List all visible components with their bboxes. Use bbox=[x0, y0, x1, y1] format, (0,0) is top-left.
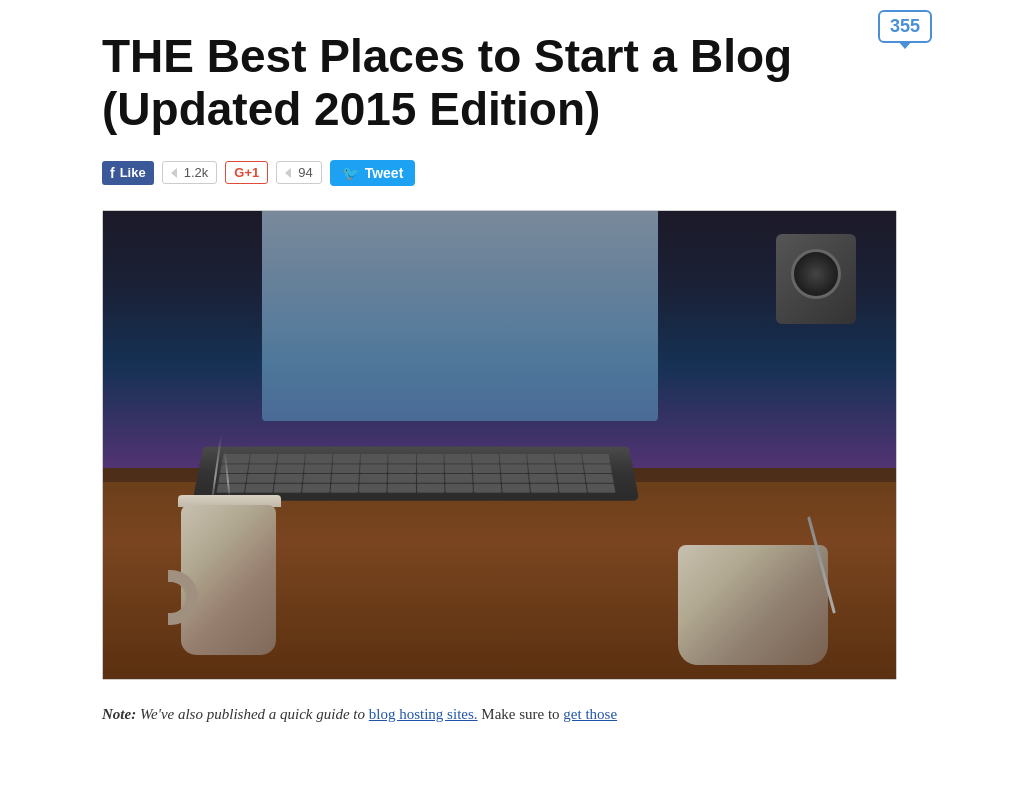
get-those-link[interactable]: get those bbox=[563, 706, 617, 722]
comment-bubble[interactable]: 355 bbox=[878, 10, 932, 43]
comment-count: 355 bbox=[890, 16, 920, 36]
note-middle: Make sure to bbox=[478, 706, 564, 722]
note-text: Note: We've also published a quick guide… bbox=[102, 702, 902, 728]
gplus-count-box: 94 bbox=[276, 161, 321, 184]
facebook-count-box: 1.2k bbox=[162, 161, 218, 184]
count-arrow-gplus bbox=[285, 168, 291, 178]
mug-right-body bbox=[678, 545, 828, 665]
twitter-tweet-label: Tweet bbox=[365, 165, 404, 181]
count-arrow bbox=[171, 168, 177, 178]
hero-image bbox=[102, 210, 897, 680]
page-wrapper: 355 THE Best Places to Start a Blog (Upd… bbox=[82, 0, 942, 747]
note-bold: Note: bbox=[102, 706, 136, 722]
gplus-button[interactable]: G+1 bbox=[225, 161, 268, 184]
twitter-tweet-button[interactable]: 🐦 Tweet bbox=[330, 160, 416, 186]
facebook-like-button[interactable]: f Like bbox=[102, 161, 154, 185]
social-bar: f Like 1.2k G+1 94 🐦 Tweet bbox=[102, 160, 922, 186]
comment-count-box[interactable]: 355 bbox=[878, 10, 932, 43]
mug-left bbox=[166, 480, 296, 655]
note-italic: We've also published a quick guide to bbox=[136, 706, 369, 722]
facebook-like-label: Like bbox=[120, 165, 146, 180]
twitter-icon: 🐦 bbox=[342, 165, 359, 181]
screen-light bbox=[262, 211, 659, 422]
blog-hosting-link[interactable]: blog hosting sites. bbox=[369, 706, 478, 722]
gplus-label: G+1 bbox=[234, 165, 259, 180]
hero-scene bbox=[103, 211, 896, 679]
speaker bbox=[776, 234, 856, 324]
speaker-cone bbox=[791, 249, 841, 299]
mug-right bbox=[678, 525, 833, 665]
note-bold-em: Note: bbox=[102, 706, 136, 722]
facebook-icon: f bbox=[110, 165, 115, 181]
gplus-count: 94 bbox=[298, 165, 312, 180]
page-title: THE Best Places to Start a Blog (Updated… bbox=[102, 30, 882, 136]
facebook-count: 1.2k bbox=[184, 165, 209, 180]
mug-body bbox=[181, 505, 276, 655]
